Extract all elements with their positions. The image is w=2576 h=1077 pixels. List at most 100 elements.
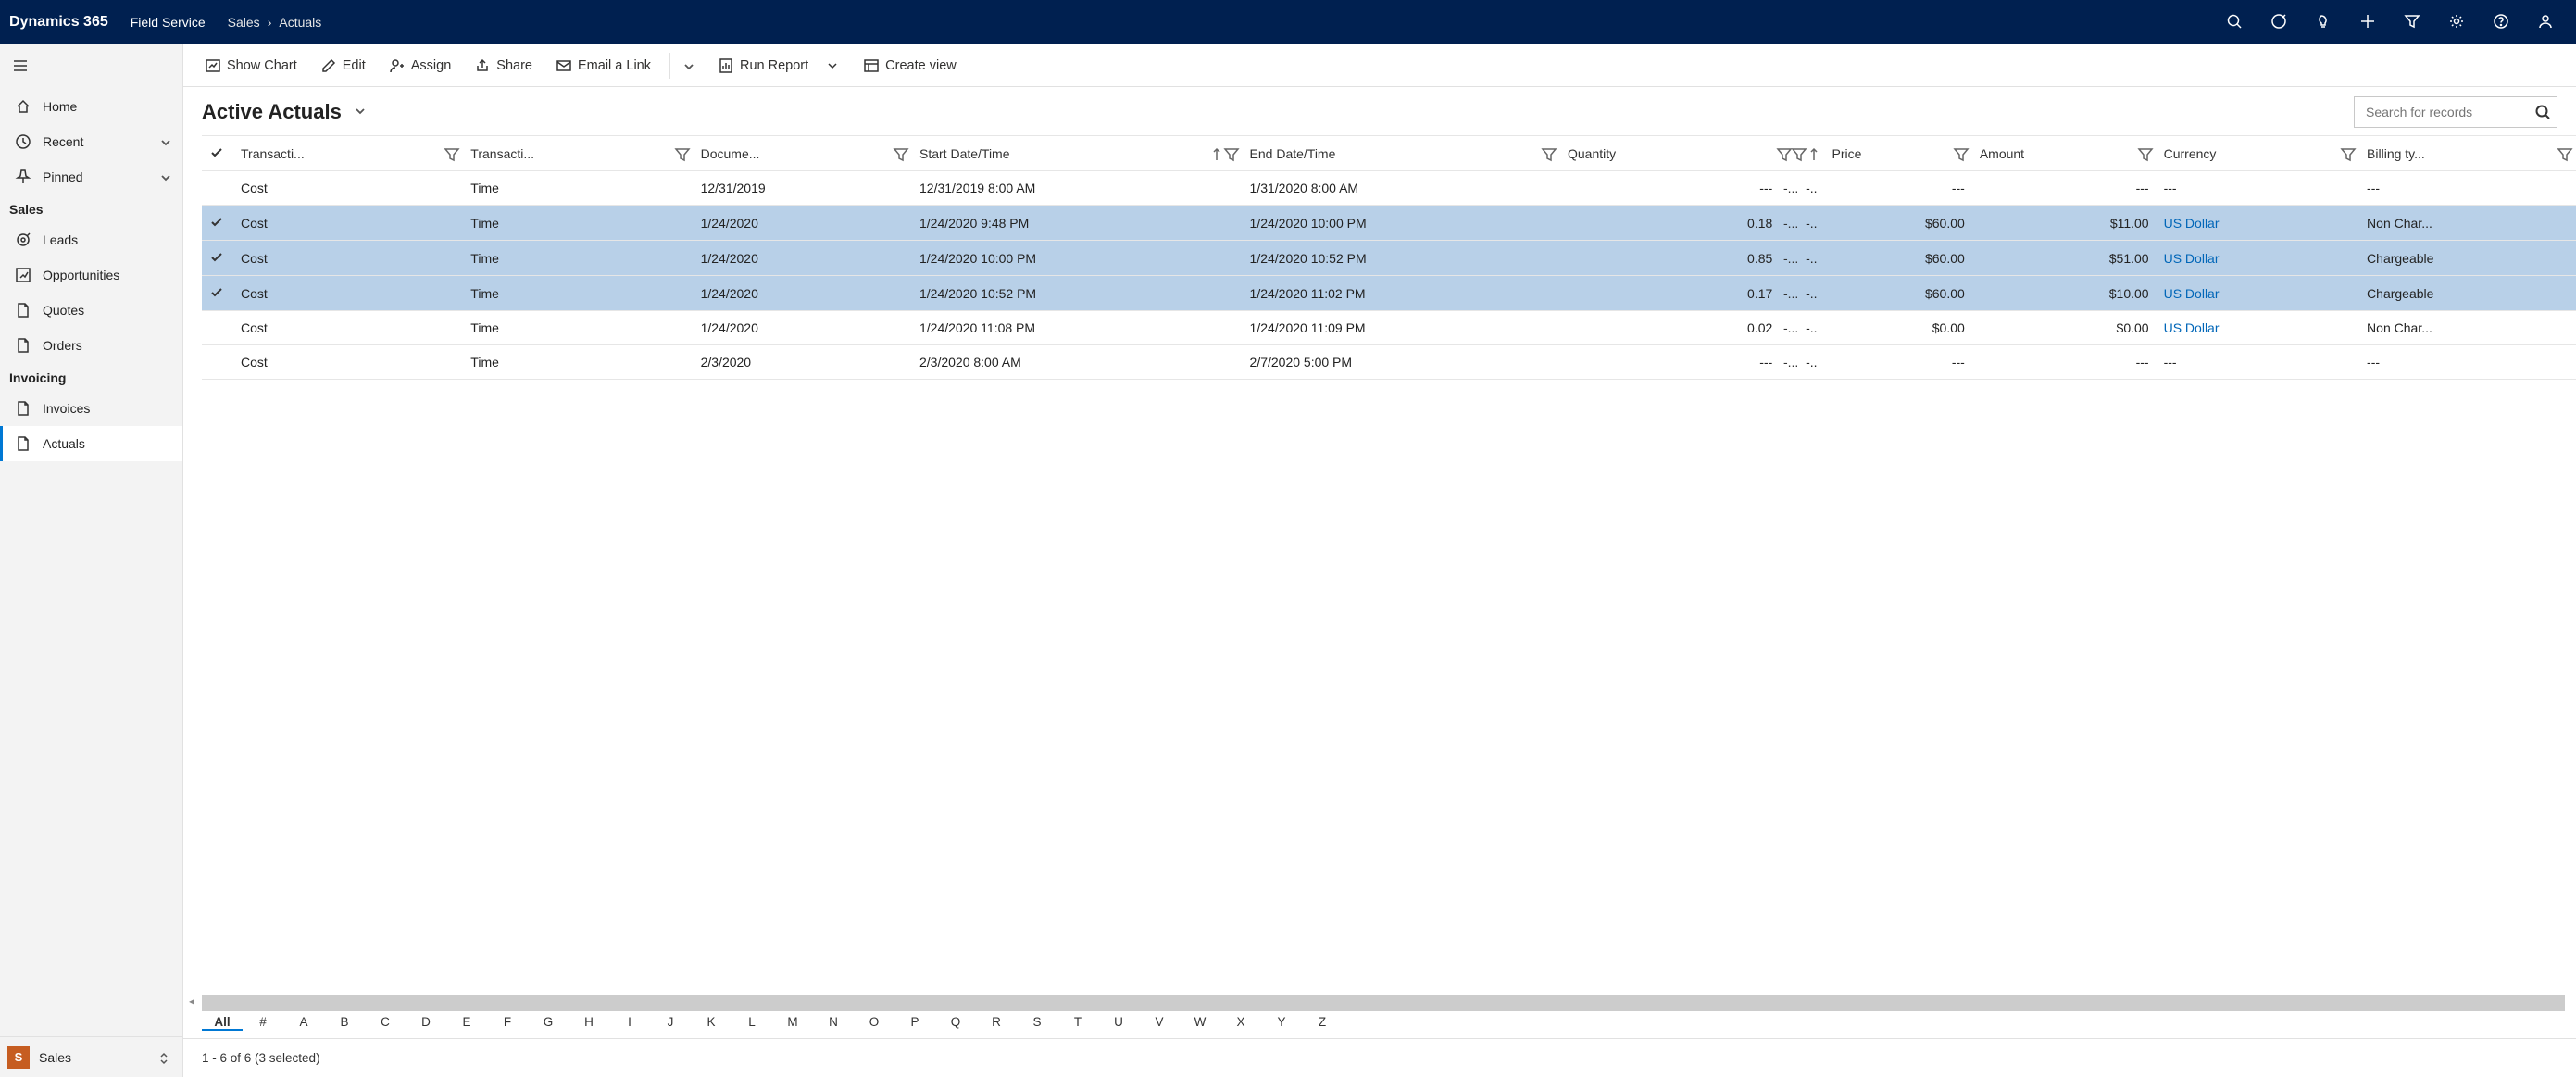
cmd-run-report[interactable]: Run Report [709, 53, 849, 79]
cmd-split-chevron[interactable] [669, 53, 704, 79]
horizontal-scrollbar[interactable] [202, 995, 2565, 1011]
col-end[interactable]: End Date/Time [1243, 136, 1560, 171]
filter-icon[interactable] [2391, 0, 2435, 44]
cell-currency[interactable]: US Dollar [2157, 241, 2359, 276]
alpha-W[interactable]: W [1180, 1015, 1220, 1031]
filter-icon[interactable] [1224, 146, 1235, 161]
alpha-A[interactable]: A [283, 1015, 324, 1031]
col-start[interactable]: Start Date/Time [912, 136, 1243, 171]
alpha-I[interactable]: I [609, 1015, 650, 1031]
table-row[interactable]: CostTime1/24/20201/24/2020 9:48 PM1/24/2… [202, 206, 2576, 241]
row-select[interactable] [202, 311, 233, 345]
alpha-J[interactable]: J [650, 1015, 691, 1031]
col-amount[interactable]: Amount [1972, 136, 2157, 171]
cmd-show-chart[interactable]: Show Chart [196, 53, 306, 79]
alpha-F[interactable]: F [487, 1015, 528, 1031]
alpha-S[interactable]: S [1017, 1015, 1057, 1031]
alpha-D[interactable]: D [406, 1015, 446, 1031]
alpha-N[interactable]: N [813, 1015, 854, 1031]
help-icon[interactable] [2480, 0, 2524, 44]
gear-icon[interactable] [2435, 0, 2480, 44]
col-doc_date[interactable]: Docume... [694, 136, 912, 171]
alpha-All[interactable]: All [202, 1015, 243, 1031]
alpha-V[interactable]: V [1139, 1015, 1180, 1031]
cell-currency[interactable]: US Dollar [2157, 311, 2359, 345]
breadcrumb-sales[interactable]: Sales [228, 15, 260, 30]
hamburger-icon[interactable] [0, 44, 182, 89]
alpha-E[interactable]: E [446, 1015, 487, 1031]
filter-icon[interactable] [444, 146, 456, 161]
cell-currency[interactable]: --- [2157, 171, 2359, 206]
alpha-X[interactable]: X [1220, 1015, 1261, 1031]
row-select[interactable] [202, 345, 233, 380]
col-qty[interactable]: Quantity [1560, 136, 1825, 171]
alpha-Z[interactable]: Z [1302, 1015, 1343, 1031]
row-select[interactable] [202, 241, 233, 276]
alpha-#[interactable]: # [243, 1015, 283, 1031]
alpha-Q[interactable]: Q [935, 1015, 976, 1031]
table-row[interactable]: CostTime2/3/20202/3/2020 8:00 AM2/7/2020… [202, 345, 2576, 380]
cell-currency[interactable]: US Dollar [2157, 276, 2359, 311]
nav-actuals[interactable]: Actuals [0, 426, 182, 461]
alpha-Y[interactable]: Y [1261, 1015, 1302, 1031]
col-trans_type[interactable]: Transacti... [463, 136, 693, 171]
filter-icon[interactable] [1954, 146, 1965, 161]
brand[interactable]: Dynamics 365 [9, 14, 108, 31]
alpha-R[interactable]: R [976, 1015, 1017, 1031]
cell-currency[interactable]: US Dollar [2157, 206, 2359, 241]
filter-icon[interactable] [1777, 146, 1788, 161]
alpha-L[interactable]: L [732, 1015, 772, 1031]
filter-icon[interactable] [675, 146, 686, 161]
alpha-P[interactable]: P [894, 1015, 935, 1031]
module[interactable]: Field Service [131, 15, 206, 30]
alpha-H[interactable]: H [569, 1015, 609, 1031]
col-chk[interactable] [202, 136, 233, 171]
filter-icon[interactable] [2341, 146, 2352, 161]
alpha-O[interactable]: O [854, 1015, 894, 1031]
area-switcher[interactable]: S Sales [0, 1036, 182, 1077]
alpha-C[interactable]: C [365, 1015, 406, 1031]
cell-currency[interactable]: --- [2157, 345, 2359, 380]
assistant-icon[interactable] [2257, 0, 2302, 44]
sort-icon[interactable] [1807, 146, 1818, 161]
table-row[interactable]: CostTime12/31/201912/31/2019 8:00 AM1/31… [202, 171, 2576, 206]
alpha-T[interactable]: T [1057, 1015, 1098, 1031]
nav-recent[interactable]: Recent [0, 124, 182, 159]
filter-icon[interactable] [894, 146, 905, 161]
bulb-icon[interactable] [2302, 0, 2346, 44]
filter-icon[interactable] [1792, 146, 1803, 161]
search-input[interactable] [2364, 104, 2535, 120]
cmd-create-view[interactable]: Create view [855, 53, 966, 79]
nav-quotes[interactable]: Quotes [0, 293, 182, 328]
nav-leads[interactable]: Leads [0, 222, 182, 257]
search-icon[interactable] [2213, 0, 2257, 44]
user-icon[interactable] [2524, 0, 2569, 44]
nav-pinned[interactable]: Pinned [0, 159, 182, 194]
table-row[interactable]: CostTime1/24/20201/24/2020 10:52 PM1/24/… [202, 276, 2576, 311]
table-row[interactable]: CostTime1/24/20201/24/2020 11:08 PM1/24/… [202, 311, 2576, 345]
alpha-B[interactable]: B [324, 1015, 365, 1031]
col-currency[interactable]: Currency [2157, 136, 2359, 171]
cmd-edit[interactable]: Edit [312, 53, 375, 79]
filter-icon[interactable] [1542, 146, 1553, 161]
cmd-assign[interactable]: Assign [381, 53, 461, 79]
filter-icon[interactable] [2557, 146, 2569, 161]
alpha-K[interactable]: K [691, 1015, 732, 1031]
plus-icon[interactable] [2346, 0, 2391, 44]
col-billing[interactable]: Billing ty... [2359, 136, 2576, 171]
nav-home[interactable]: Home [0, 89, 182, 124]
alpha-M[interactable]: M [772, 1015, 813, 1031]
search-records[interactable] [2354, 96, 2557, 128]
select-all-icon[interactable] [209, 146, 222, 161]
alpha-U[interactable]: U [1098, 1015, 1139, 1031]
row-select[interactable] [202, 171, 233, 206]
table-row[interactable]: CostTime1/24/20201/24/2020 10:00 PM1/24/… [202, 241, 2576, 276]
nav-orders[interactable]: Orders [0, 328, 182, 363]
row-select[interactable] [202, 206, 233, 241]
view-title-button[interactable]: Active Actuals [202, 100, 366, 124]
alpha-G[interactable]: G [528, 1015, 569, 1031]
cmd-share[interactable]: Share [466, 53, 542, 79]
filter-icon[interactable] [2138, 146, 2149, 161]
col-price[interactable]: Price [1825, 136, 1972, 171]
col-trans_class[interactable]: Transacti... [233, 136, 463, 171]
